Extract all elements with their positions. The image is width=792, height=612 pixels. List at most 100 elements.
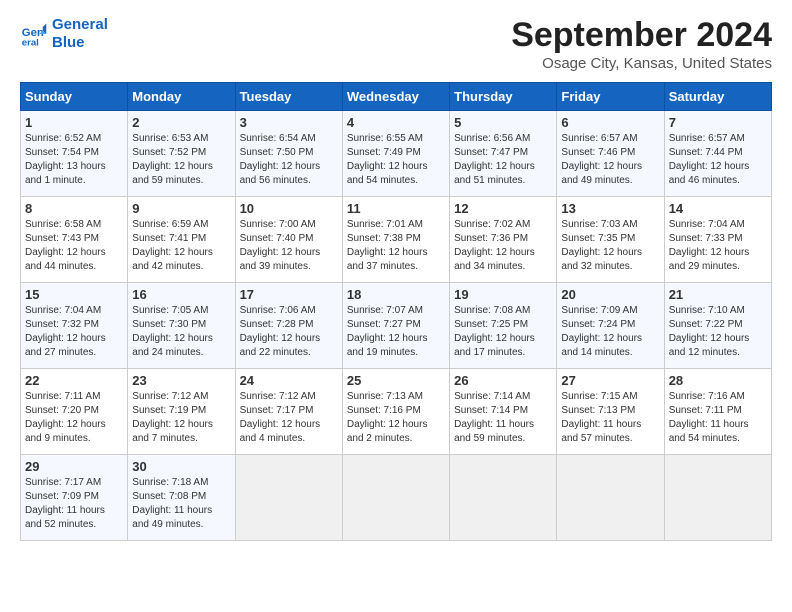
logo-line1: General bbox=[52, 16, 108, 33]
calendar-cell: 25 Sunrise: 7:13 AMSunset: 7:16 PMDaylig… bbox=[342, 369, 449, 455]
title-area: September 2024 Osage City, Kansas, Unite… bbox=[511, 16, 772, 72]
weekday-header-sunday: Sunday bbox=[21, 83, 128, 111]
calendar-cell: 15 Sunrise: 7:04 AMSunset: 7:32 PMDaylig… bbox=[21, 283, 128, 369]
day-number: 13 bbox=[561, 201, 659, 216]
day-number: 8 bbox=[25, 201, 123, 216]
calendar-cell: 17 Sunrise: 7:06 AMSunset: 7:28 PMDaylig… bbox=[235, 283, 342, 369]
day-number: 5 bbox=[454, 115, 552, 130]
day-info: Sunrise: 7:07 AMSunset: 7:27 PMDaylight:… bbox=[347, 304, 445, 360]
day-info: Sunrise: 6:59 AMSunset: 7:41 PMDaylight:… bbox=[132, 218, 230, 274]
weekday-header-row: SundayMondayTuesdayWednesdayThursdayFrid… bbox=[21, 83, 772, 111]
calendar-cell: 2 Sunrise: 6:53 AMSunset: 7:52 PMDayligh… bbox=[128, 111, 235, 197]
day-info: Sunrise: 6:52 AMSunset: 7:54 PMDaylight:… bbox=[25, 132, 123, 188]
day-info: Sunrise: 7:10 AMSunset: 7:22 PMDaylight:… bbox=[669, 304, 767, 360]
day-number: 11 bbox=[347, 201, 445, 216]
day-number: 21 bbox=[669, 287, 767, 302]
calendar-cell: 10 Sunrise: 7:00 AMSunset: 7:40 PMDaylig… bbox=[235, 197, 342, 283]
day-info: Sunrise: 7:18 AMSunset: 7:08 PMDaylight:… bbox=[132, 476, 230, 532]
logo-icon: Gen eral bbox=[20, 20, 48, 48]
calendar-cell: 8 Sunrise: 6:58 AMSunset: 7:43 PMDayligh… bbox=[21, 197, 128, 283]
day-number: 12 bbox=[454, 201, 552, 216]
calendar-cell bbox=[557, 455, 664, 541]
day-info: Sunrise: 7:04 AMSunset: 7:32 PMDaylight:… bbox=[25, 304, 123, 360]
day-info: Sunrise: 6:58 AMSunset: 7:43 PMDaylight:… bbox=[25, 218, 123, 274]
weekday-header-monday: Monday bbox=[128, 83, 235, 111]
calendar-cell: 18 Sunrise: 7:07 AMSunset: 7:27 PMDaylig… bbox=[342, 283, 449, 369]
logo-line2: Blue bbox=[52, 34, 85, 51]
day-info: Sunrise: 7:04 AMSunset: 7:33 PMDaylight:… bbox=[669, 218, 767, 274]
calendar-cell: 14 Sunrise: 7:04 AMSunset: 7:33 PMDaylig… bbox=[664, 197, 771, 283]
day-number: 6 bbox=[561, 115, 659, 130]
calendar-cell bbox=[450, 455, 557, 541]
calendar-cell bbox=[664, 455, 771, 541]
calendar-cell: 27 Sunrise: 7:15 AMSunset: 7:13 PMDaylig… bbox=[557, 369, 664, 455]
calendar-week-row: 1 Sunrise: 6:52 AMSunset: 7:54 PMDayligh… bbox=[21, 111, 772, 197]
day-number: 18 bbox=[347, 287, 445, 302]
day-number: 3 bbox=[240, 115, 338, 130]
day-number: 1 bbox=[25, 115, 123, 130]
day-info: Sunrise: 7:05 AMSunset: 7:30 PMDaylight:… bbox=[132, 304, 230, 360]
day-info: Sunrise: 6:54 AMSunset: 7:50 PMDaylight:… bbox=[240, 132, 338, 188]
day-number: 7 bbox=[669, 115, 767, 130]
calendar-cell: 22 Sunrise: 7:11 AMSunset: 7:20 PMDaylig… bbox=[21, 369, 128, 455]
weekday-header-tuesday: Tuesday bbox=[235, 83, 342, 111]
day-number: 19 bbox=[454, 287, 552, 302]
day-info: Sunrise: 7:15 AMSunset: 7:13 PMDaylight:… bbox=[561, 390, 659, 446]
day-number: 28 bbox=[669, 373, 767, 388]
day-info: Sunrise: 7:08 AMSunset: 7:25 PMDaylight:… bbox=[454, 304, 552, 360]
calendar-cell: 19 Sunrise: 7:08 AMSunset: 7:25 PMDaylig… bbox=[450, 283, 557, 369]
calendar-week-row: 15 Sunrise: 7:04 AMSunset: 7:32 PMDaylig… bbox=[21, 283, 772, 369]
calendar-week-row: 22 Sunrise: 7:11 AMSunset: 7:20 PMDaylig… bbox=[21, 369, 772, 455]
svg-text:eral: eral bbox=[22, 37, 39, 48]
calendar-cell: 6 Sunrise: 6:57 AMSunset: 7:46 PMDayligh… bbox=[557, 111, 664, 197]
day-number: 26 bbox=[454, 373, 552, 388]
day-info: Sunrise: 7:11 AMSunset: 7:20 PMDaylight:… bbox=[25, 390, 123, 446]
day-number: 27 bbox=[561, 373, 659, 388]
day-number: 14 bbox=[669, 201, 767, 216]
calendar-cell bbox=[342, 455, 449, 541]
day-info: Sunrise: 6:55 AMSunset: 7:49 PMDaylight:… bbox=[347, 132, 445, 188]
calendar-cell: 12 Sunrise: 7:02 AMSunset: 7:36 PMDaylig… bbox=[450, 197, 557, 283]
calendar-week-row: 29 Sunrise: 7:17 AMSunset: 7:09 PMDaylig… bbox=[21, 455, 772, 541]
month-title: September 2024 bbox=[511, 16, 772, 55]
calendar-cell: 30 Sunrise: 7:18 AMSunset: 7:08 PMDaylig… bbox=[128, 455, 235, 541]
day-info: Sunrise: 7:16 AMSunset: 7:11 PMDaylight:… bbox=[669, 390, 767, 446]
calendar-cell: 3 Sunrise: 6:54 AMSunset: 7:50 PMDayligh… bbox=[235, 111, 342, 197]
day-info: Sunrise: 7:13 AMSunset: 7:16 PMDaylight:… bbox=[347, 390, 445, 446]
weekday-header-wednesday: Wednesday bbox=[342, 83, 449, 111]
calendar-cell: 16 Sunrise: 7:05 AMSunset: 7:30 PMDaylig… bbox=[128, 283, 235, 369]
day-number: 9 bbox=[132, 201, 230, 216]
day-info: Sunrise: 7:17 AMSunset: 7:09 PMDaylight:… bbox=[25, 476, 123, 532]
weekday-header-thursday: Thursday bbox=[450, 83, 557, 111]
calendar-cell: 4 Sunrise: 6:55 AMSunset: 7:49 PMDayligh… bbox=[342, 111, 449, 197]
day-number: 25 bbox=[347, 373, 445, 388]
day-number: 23 bbox=[132, 373, 230, 388]
day-info: Sunrise: 7:14 AMSunset: 7:14 PMDaylight:… bbox=[454, 390, 552, 446]
day-info: Sunrise: 7:01 AMSunset: 7:38 PMDaylight:… bbox=[347, 218, 445, 274]
calendar-cell: 7 Sunrise: 6:57 AMSunset: 7:44 PMDayligh… bbox=[664, 111, 771, 197]
calendar-cell: 9 Sunrise: 6:59 AMSunset: 7:41 PMDayligh… bbox=[128, 197, 235, 283]
calendar-cell: 13 Sunrise: 7:03 AMSunset: 7:35 PMDaylig… bbox=[557, 197, 664, 283]
day-number: 17 bbox=[240, 287, 338, 302]
location-title: Osage City, Kansas, United States bbox=[511, 55, 772, 72]
calendar-cell: 5 Sunrise: 6:56 AMSunset: 7:47 PMDayligh… bbox=[450, 111, 557, 197]
day-info: Sunrise: 6:57 AMSunset: 7:44 PMDaylight:… bbox=[669, 132, 767, 188]
day-number: 16 bbox=[132, 287, 230, 302]
weekday-header-saturday: Saturday bbox=[664, 83, 771, 111]
calendar-cell: 23 Sunrise: 7:12 AMSunset: 7:19 PMDaylig… bbox=[128, 369, 235, 455]
calendar-cell: 1 Sunrise: 6:52 AMSunset: 7:54 PMDayligh… bbox=[21, 111, 128, 197]
day-info: Sunrise: 7:12 AMSunset: 7:17 PMDaylight:… bbox=[240, 390, 338, 446]
calendar-cell bbox=[235, 455, 342, 541]
day-info: Sunrise: 6:57 AMSunset: 7:46 PMDaylight:… bbox=[561, 132, 659, 188]
day-info: Sunrise: 7:06 AMSunset: 7:28 PMDaylight:… bbox=[240, 304, 338, 360]
calendar-cell: 26 Sunrise: 7:14 AMSunset: 7:14 PMDaylig… bbox=[450, 369, 557, 455]
day-number: 4 bbox=[347, 115, 445, 130]
calendar-table: SundayMondayTuesdayWednesdayThursdayFrid… bbox=[20, 82, 772, 541]
page-header: Gen eral General Blue September 2024 Osa… bbox=[20, 16, 772, 72]
calendar-cell: 29 Sunrise: 7:17 AMSunset: 7:09 PMDaylig… bbox=[21, 455, 128, 541]
day-number: 24 bbox=[240, 373, 338, 388]
calendar-week-row: 8 Sunrise: 6:58 AMSunset: 7:43 PMDayligh… bbox=[21, 197, 772, 283]
day-info: Sunrise: 7:09 AMSunset: 7:24 PMDaylight:… bbox=[561, 304, 659, 360]
day-number: 2 bbox=[132, 115, 230, 130]
calendar-cell: 20 Sunrise: 7:09 AMSunset: 7:24 PMDaylig… bbox=[557, 283, 664, 369]
